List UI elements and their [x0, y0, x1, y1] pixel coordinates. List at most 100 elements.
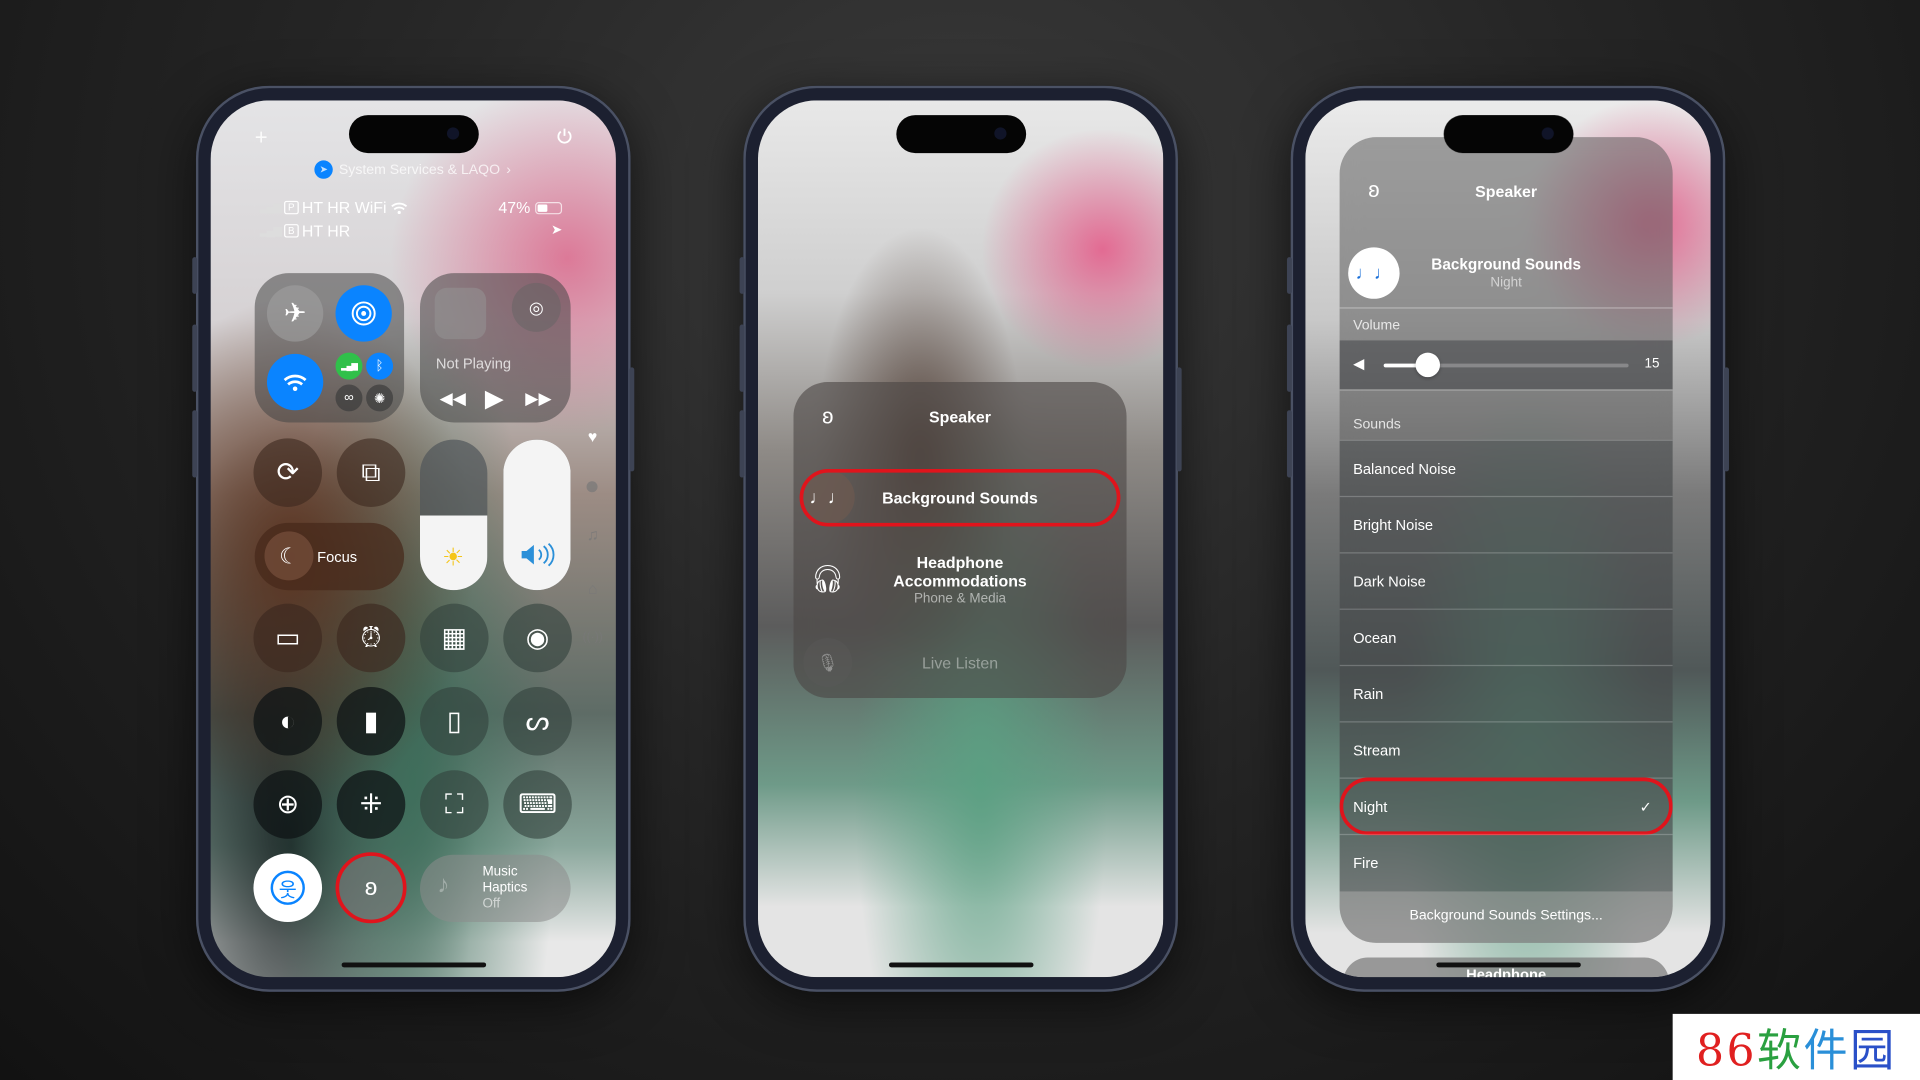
- sound-option[interactable]: Stream: [1339, 721, 1673, 777]
- panel-title: Speaker: [1475, 182, 1538, 201]
- personal-hotspot-toggle[interactable]: ∞: [335, 384, 363, 412]
- watermark-logo: 86软件园: [1672, 1013, 1920, 1080]
- location-arrow-icon: ➤: [551, 222, 563, 238]
- album-artwork: [434, 287, 487, 340]
- sounds-label: Sounds: [1353, 417, 1401, 433]
- remote-icon: ▯: [446, 705, 462, 736]
- sound-option-label: Rain: [1353, 685, 1384, 703]
- background-sounds-screen: ʚ Speaker ♩♩ Background Sounds Night Vol…: [1305, 100, 1711, 978]
- volume-slider-thumb[interactable]: [1415, 352, 1441, 378]
- home-indicator[interactable]: [341, 962, 486, 968]
- power-icon[interactable]: [556, 127, 573, 144]
- connectivity-page-icon[interactable]: ((·)): [582, 631, 602, 644]
- hearing-menu: ʚ Speaker ♩♩ Background Sounds 🎧︎ Headph…: [793, 382, 1127, 698]
- sound-option[interactable]: Rain: [1339, 664, 1673, 721]
- play-button[interactable]: ▶: [485, 383, 504, 414]
- wifi-icon: [283, 374, 307, 391]
- bluetooth-icon: ᛒ: [375, 358, 384, 374]
- airplay-button[interactable]: ◎: [511, 282, 561, 332]
- brightness-slider[interactable]: ☀: [420, 439, 488, 591]
- type-to-siri-button[interactable]: ⌨: [503, 770, 572, 839]
- low-power-icon: ▭: [275, 622, 301, 653]
- favorites-heart-icon[interactable]: ♥: [588, 427, 597, 445]
- focus-button[interactable]: ☾ Focus: [254, 522, 405, 591]
- dynamic-island: [895, 115, 1026, 154]
- sound-option[interactable]: Balanced Noise: [1339, 439, 1673, 496]
- wifi-toggle[interactable]: [266, 353, 324, 411]
- music-haptics-label: Haptics: [482, 880, 528, 896]
- background-sounds-settings-link[interactable]: Background Sounds Settings...: [1339, 891, 1673, 943]
- dynamic-island: [1443, 115, 1573, 154]
- sound-option-label: Fire: [1353, 854, 1379, 872]
- page-dot-icon[interactable]: [586, 481, 598, 493]
- magnifier-button[interactable]: ⊕: [253, 770, 323, 839]
- sim1-status: ▂▄▆ P HT HR WiFi: [260, 198, 408, 217]
- highlight-ring: [799, 468, 1121, 527]
- tree-icon: ✺: [373, 391, 386, 406]
- calculator-button[interactable]: ▦: [420, 603, 489, 673]
- dark-mode-icon: ◐: [279, 705, 296, 736]
- home-indicator[interactable]: [888, 962, 1033, 968]
- divider: [1339, 389, 1673, 391]
- screen-mirroring-button[interactable]: ⧉: [336, 438, 406, 507]
- menu-item-live-listen[interactable]: 🎙︎ Live Listen: [800, 636, 1121, 690]
- airdrop-toggle[interactable]: [335, 285, 392, 342]
- home-indicator[interactable]: [1435, 962, 1581, 968]
- battery-icon: [535, 201, 563, 214]
- moon-icon: ☾: [264, 531, 314, 581]
- sound-option[interactable]: Dark Noise: [1339, 552, 1673, 608]
- low-power-button[interactable]: ▭: [253, 603, 323, 673]
- airplane-mode-toggle[interactable]: ✈: [266, 285, 324, 342]
- rewind-button[interactable]: ◀◀: [440, 388, 466, 409]
- code-scanner-button[interactable]: ⛶: [420, 770, 489, 839]
- magnifier-icon: ⊕: [276, 788, 300, 820]
- menu-item-background-sounds[interactable]: ♩♩ Background Sounds: [799, 468, 1121, 527]
- bluetooth-toggle[interactable]: ᛒ: [366, 352, 394, 380]
- phone-control-center: + ➤ System Services & LAQO › ▂▄▆ P HT HR …: [192, 85, 635, 992]
- location-banner[interactable]: ➤ System Services & LAQO ›: [314, 160, 511, 179]
- music-haptics-icon: ♪: [437, 871, 450, 899]
- menu-item-headphone-accommodations[interactable]: 🎧︎ Headphone Accommodations Phone & Medi…: [800, 547, 1121, 616]
- music-page-icon[interactable]: ♫: [587, 525, 599, 543]
- remote-button[interactable]: ▯: [420, 686, 489, 756]
- volume-row: ◀ 15: [1339, 340, 1673, 390]
- wifi-icon: [390, 201, 407, 214]
- volume-value: 15: [1644, 356, 1660, 372]
- reduce-motion-button[interactable]: ⁜: [336, 770, 406, 839]
- sound-option[interactable]: Fire: [1339, 833, 1673, 890]
- volume-slider[interactable]: [503, 439, 571, 591]
- sound-option[interactable]: Night ✓: [1339, 777, 1673, 836]
- battery-status: 47%: [498, 198, 563, 217]
- now-playing-status: Not Playing: [435, 355, 512, 373]
- sound-option[interactable]: Ocean: [1339, 608, 1673, 665]
- music-haptics-state: Off: [482, 896, 501, 912]
- home-page-icon[interactable]: ⌂: [588, 579, 598, 597]
- now-playing-subtitle: Night: [1490, 275, 1522, 291]
- phone-background-sounds: ʚ Speaker ♩♩ Background Sounds Night Vol…: [1286, 85, 1729, 992]
- flashlight-button[interactable]: ▮: [336, 686, 406, 756]
- music-notes-icon[interactable]: ♩♩: [1348, 247, 1400, 299]
- cellular-toggle[interactable]: ▂▄▆: [335, 352, 363, 380]
- accessibility-shortcut-button[interactable]: 웃: [253, 853, 323, 923]
- alarm-icon: ⏰︎: [360, 622, 382, 653]
- alarm-button[interactable]: ⏰︎: [336, 603, 406, 673]
- connectivity-module: ✈ ▂▄▆ ᛒ ∞ ✺: [254, 273, 405, 423]
- satellite-toggle[interactable]: ✺: [366, 384, 394, 412]
- plus-icon[interactable]: +: [255, 125, 268, 151]
- sim2-status: ▂▄▆ B HT HR: [259, 221, 351, 241]
- screen-rotation-lock-button[interactable]: ⟳: [253, 438, 323, 507]
- shazam-button[interactable]: ᔕ: [503, 686, 572, 756]
- stage: + ➤ System Services & LAQO › ▂▄▆ P HT HR …: [0, 0, 1920, 1080]
- dark-mode-button[interactable]: ◐: [253, 686, 323, 756]
- accessibility-icon: 웃: [270, 870, 305, 905]
- sound-option[interactable]: Bright Noise: [1339, 495, 1673, 552]
- fast-forward-button[interactable]: ▶▶: [525, 388, 551, 409]
- screen-record-button[interactable]: ◉: [503, 603, 572, 673]
- volume-slider[interactable]: [1383, 352, 1629, 378]
- microphone-icon: 🎙︎: [803, 637, 853, 687]
- highlight-ring: [335, 852, 407, 924]
- link-icon: ∞: [344, 390, 354, 406]
- now-playing-module[interactable]: ◎ Not Playing ◀◀ ▶ ▶▶: [420, 273, 571, 423]
- music-haptics-button[interactable]: ♪ Music Haptics Off: [420, 854, 571, 923]
- menu-title: Speaker: [929, 407, 991, 427]
